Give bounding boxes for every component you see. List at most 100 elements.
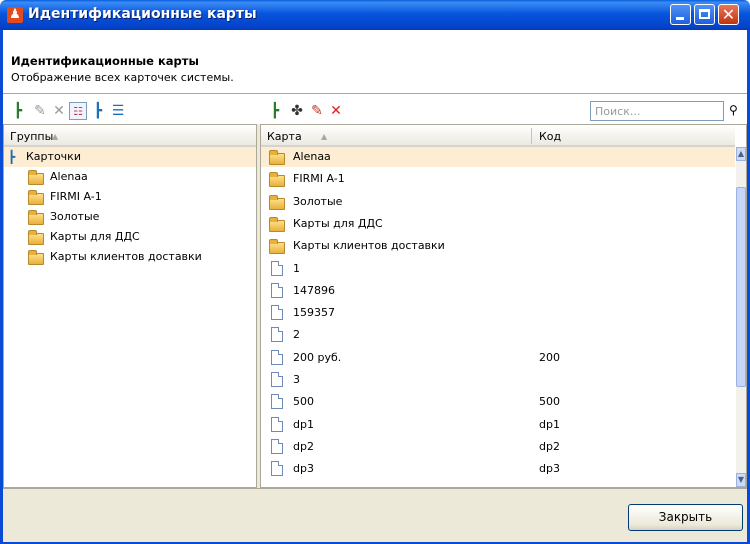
card-column-label[interactable]: Карта [267,130,302,143]
add-card-icon[interactable]: ┣ [266,102,284,120]
cards-column-header: Карта ▲ Код [261,125,735,147]
folder-icon [28,190,44,205]
cards-pane: Карта ▲ Код Alenaa FIRMI A-1 Золотые Карты … [260,124,747,488]
search-placeholder: Поиск... [595,105,641,118]
table-row[interactable]: dp3 dp3 [261,459,735,479]
folder-icon [269,194,285,210]
folder-icon [269,172,285,188]
delete-card-icon[interactable]: ✕ [327,102,345,120]
minimize-button[interactable] [670,4,691,25]
table-row[interactable]: 2 [261,325,735,345]
table-row[interactable]: Золотые [261,192,735,212]
minimize-icon [676,17,684,20]
card-code: 500 [539,395,560,409]
close-window-button[interactable]: ✕ [718,4,739,25]
column-divider[interactable] [531,128,532,144]
delete-icon[interactable]: ✕ [50,102,68,120]
folder-icon [28,250,44,265]
table-row[interactable]: Карты для ДДС [261,214,735,234]
card-icon [271,260,283,276]
table-row[interactable]: dp2 dp2 [261,437,735,457]
sort-asc-icon: ▲ [321,132,328,141]
card-name: dp1 [293,417,314,431]
card-code: dp2 [539,439,560,453]
table-row[interactable]: 147896 [261,281,735,301]
table-row[interactable]: 1 [261,259,735,279]
card-icon [271,282,283,298]
window-frame: Идентификационные карты Отображение всех… [0,30,750,544]
card-icon [271,394,283,410]
header-title: Идентификационные карты [11,54,199,68]
vertical-scrollbar[interactable]: ▲ ▼ [736,147,746,487]
tree-root[interactable]: ┣ Карточки [4,147,256,167]
group-item[interactable]: Alenaa [4,167,256,187]
tree-view-icon[interactable]: ┣ [89,102,107,120]
binoculars-icon[interactable]: ⚲ [729,103,745,119]
close-button[interactable]: Закрыть [628,504,743,531]
view-list-icon[interactable]: ☷ [69,102,87,120]
group-item[interactable]: FIRMI A-1 [4,187,256,207]
header-subtitle: Отображение всех карточек системы. [11,71,234,84]
edit-icon[interactable]: ✎ [31,102,49,120]
card-icon [271,349,283,365]
card-name: Alenaa [293,150,331,163]
table-row[interactable]: 3 [261,370,735,390]
folder-icon [28,170,44,185]
card-code: dp1 [539,417,560,431]
header: Идентификационные карты Отображение всех… [3,30,747,94]
table-row[interactable]: Карты клиентов доставки [261,236,735,256]
title-bar[interactable]: ♟ Идентификационные карты ✕ [0,0,750,30]
scroll-up-button[interactable]: ▲ [736,147,746,161]
table-row[interactable]: dp1 dp1 [261,415,735,435]
table-row[interactable]: 200 руб. 200 [261,348,735,368]
code-column-label[interactable]: Код [539,130,561,143]
card-icon [271,305,283,321]
footer: Закрыть [3,488,747,542]
group-item[interactable]: Карты для ДДС [4,227,256,247]
group-item-label: Золотые [50,210,100,223]
app-icon: ♟ [7,7,23,23]
group-item-label: Карты клиентов доставки [50,250,202,263]
scroll-down-button[interactable]: ▼ [736,473,746,487]
add-group-icon[interactable]: ┣ [9,102,27,120]
table-row[interactable]: 159357 [261,303,735,323]
group-item-label: Карты для ДДС [50,230,140,243]
maximize-button[interactable] [694,4,715,25]
table-row[interactable]: 500 500 [261,392,735,412]
edit-card-icon[interactable]: ✎ [308,102,326,120]
card-icon [271,416,283,432]
list-view-icon[interactable]: ☰ [109,102,127,120]
card-name: 159357 [293,306,335,320]
card-name: Карты клиентов доставки [293,239,445,253]
card-icon [271,461,283,477]
card-code: dp3 [539,462,560,476]
card-icon [271,372,283,387]
table-row[interactable]: FIRMI A-1 [261,169,735,189]
table-row[interactable]: Alenaa [261,147,735,167]
group-item[interactable]: Карты клиентов доставки [4,247,256,267]
groups-column-header[interactable]: Группы ▲ [4,125,256,147]
group-item-label: Alenaa [50,170,88,183]
card-name: dp2 [293,439,314,453]
folder-icon [269,239,285,255]
card-name: 2 [293,328,300,342]
card-name: 1 [293,261,300,275]
groups-pane: Группы ▲ ┣ Карточки Alenaa FIRMI A-1 Золот… [3,124,257,488]
folder-icon [269,216,285,232]
group-item-label: FIRMI A-1 [50,190,102,203]
card-icon [271,438,283,454]
card-name: Карты для ДДС [293,216,383,230]
folder-icon [28,230,44,245]
folder-icon [269,150,285,165]
card-name: 3 [293,373,300,386]
scroll-thumb[interactable] [736,187,746,387]
card-icon [271,327,283,343]
card-name: 500 [293,395,314,409]
window-title: Идентификационные карты [28,6,257,22]
add-item-icon[interactable]: ✤ [288,102,306,120]
card-name: dp3 [293,462,314,476]
card-name: Золотые [293,194,343,208]
search-input[interactable]: Поиск... [590,101,724,121]
sort-asc-icon: ▲ [52,132,59,141]
group-item[interactable]: Золотые [4,207,256,227]
